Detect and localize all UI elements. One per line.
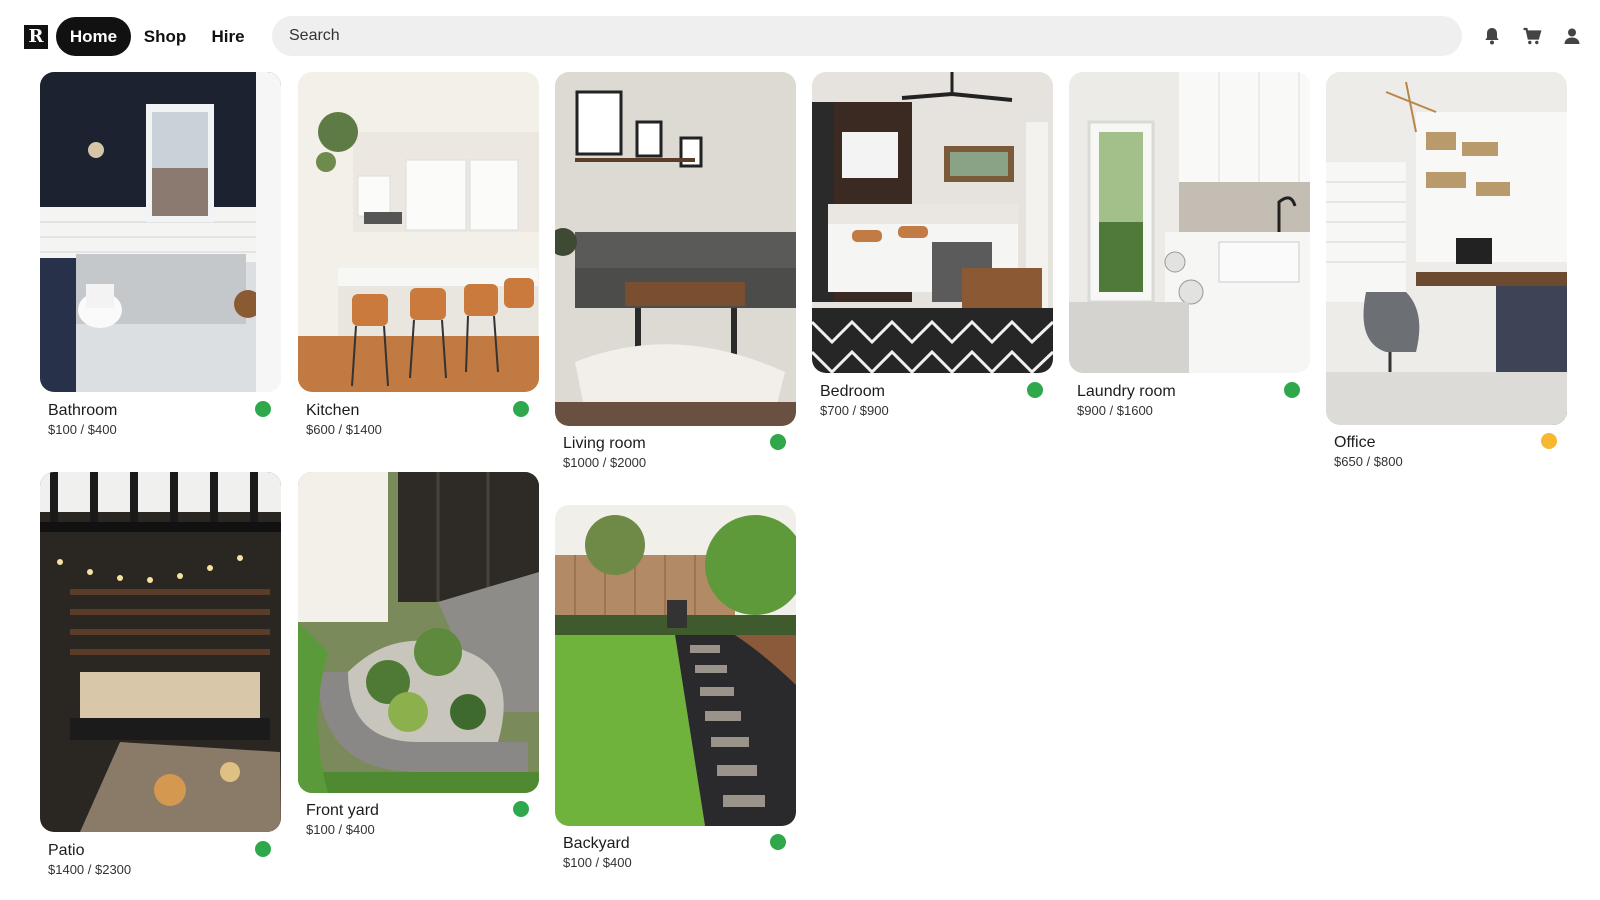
card-title: Patio xyxy=(48,842,85,859)
status-dot xyxy=(1541,433,1557,449)
backyard-photo xyxy=(555,505,796,826)
card-title: Bathroom xyxy=(48,402,118,419)
card-title: Living room xyxy=(563,435,646,452)
status-dot xyxy=(513,801,529,817)
card-price: $1000 / $2000 xyxy=(563,455,647,470)
nav-shop-button[interactable]: Shop xyxy=(134,17,196,56)
project-card-laundry-room[interactable]: Laundry room $900 / $1600 xyxy=(1069,72,1310,418)
status-dot xyxy=(255,841,271,857)
project-card-office[interactable]: Office $650 / $800 xyxy=(1326,72,1567,469)
card-price: $1400 / $2300 xyxy=(48,862,132,877)
status-dot xyxy=(770,834,786,850)
front-yard-photo xyxy=(298,472,539,793)
card-title: Backyard xyxy=(563,835,630,852)
card-price: $650 / $800 xyxy=(1334,454,1403,469)
project-card-patio[interactable]: Patio $1400 / $2300 xyxy=(40,472,281,877)
status-dot xyxy=(1284,382,1300,398)
project-card-living-room[interactable]: Living room $1000 / $2000 xyxy=(555,72,796,470)
bathroom-photo xyxy=(40,72,281,392)
user-icon[interactable] xyxy=(1562,26,1582,46)
card-price: $100 / $400 xyxy=(563,855,632,870)
top-bar: R Home Shop Hire xyxy=(0,0,1600,72)
search-input[interactable] xyxy=(272,16,1462,56)
bell-icon[interactable] xyxy=(1482,26,1502,46)
card-title: Front yard xyxy=(306,802,379,819)
bedroom-photo xyxy=(812,72,1053,373)
status-dot xyxy=(513,401,529,417)
card-title: Bedroom xyxy=(820,383,885,400)
card-price: $600 / $1400 xyxy=(306,422,382,437)
card-price: $100 / $400 xyxy=(306,822,375,837)
card-price: $100 / $400 xyxy=(48,422,117,437)
patio-photo xyxy=(40,472,281,832)
cart-icon[interactable] xyxy=(1522,26,1542,46)
project-card-backyard[interactable]: Backyard $100 / $400 xyxy=(555,505,796,870)
status-dot xyxy=(770,434,786,450)
nav-home-button[interactable]: Home xyxy=(56,17,131,56)
card-title: Laundry room xyxy=(1077,383,1176,400)
nav-hire-button[interactable]: Hire xyxy=(202,17,254,56)
card-price: $900 / $1600 xyxy=(1077,403,1153,418)
project-card-bedroom[interactable]: Bedroom $700 / $900 xyxy=(812,72,1053,418)
office-photo xyxy=(1326,72,1567,425)
card-price: $700 / $900 xyxy=(820,403,889,418)
status-dot xyxy=(255,401,271,417)
card-title: Office xyxy=(1334,434,1376,451)
card-title: Kitchen xyxy=(306,402,360,419)
project-card-front-yard[interactable]: Front yard $100 / $400 xyxy=(298,472,539,837)
kitchen-photo xyxy=(298,72,539,392)
laundry-room-photo xyxy=(1069,72,1310,373)
living-room-photo xyxy=(555,72,796,426)
status-dot xyxy=(1027,382,1043,398)
project-card-kitchen[interactable]: Kitchen $600 / $1400 xyxy=(298,72,539,437)
project-card-bathroom[interactable]: Bathroom $100 / $400 xyxy=(40,72,281,437)
brand-logo[interactable]: R xyxy=(24,25,48,49)
